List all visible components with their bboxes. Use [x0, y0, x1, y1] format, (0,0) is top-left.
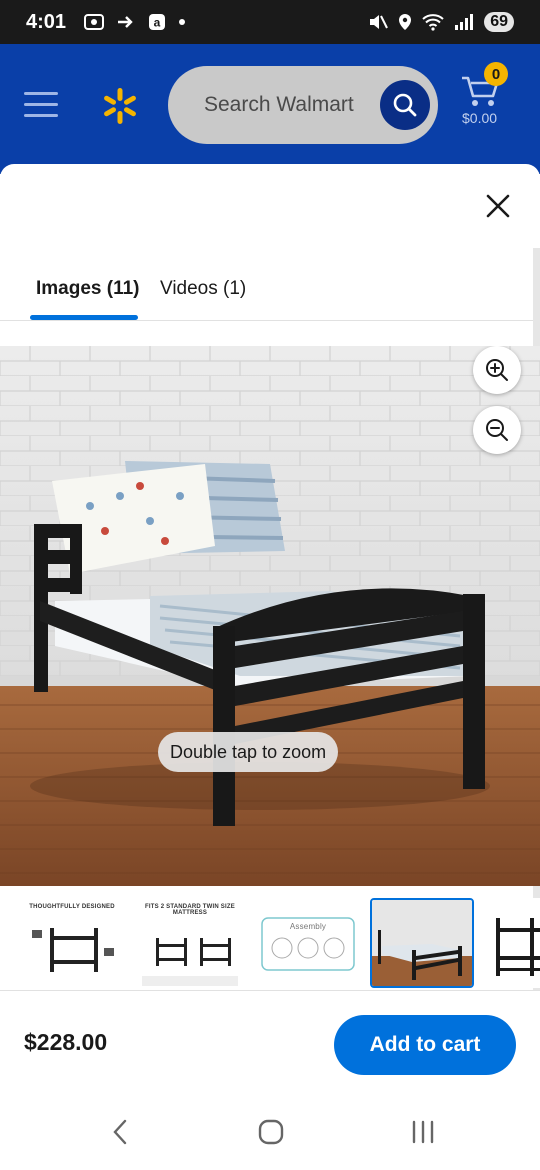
assembly-info-graphic — [261, 917, 355, 971]
signal-icon — [455, 14, 474, 30]
cart-total: $0.00 — [462, 110, 498, 126]
purchase-bar: $228.00 Add to cart — [0, 990, 540, 1090]
thumbnail-4-selected[interactable] — [370, 898, 474, 988]
wifi-icon — [422, 14, 444, 31]
zoom-out-icon — [486, 419, 508, 441]
thumbnail-1-title: THOUGHTFULLY DESIGNED — [29, 904, 115, 910]
thumbnail-5[interactable] — [490, 898, 540, 988]
app-icon: a — [149, 14, 166, 30]
zoom-out-button[interactable] — [473, 406, 521, 454]
status-time: 4:01 — [26, 10, 67, 33]
status-system-icons: 69 — [368, 12, 514, 32]
location-icon — [399, 14, 412, 30]
zoom-in-icon — [486, 359, 508, 381]
bed-thumbnail-photo — [372, 900, 472, 986]
dot-icon — [179, 19, 186, 25]
walmart-spark-logo[interactable] — [100, 86, 140, 126]
cart-count-badge: 0 — [484, 62, 508, 86]
app-header: Search Walmart 0 $0.00 — [0, 44, 540, 174]
thumbnail-2-title: FITS 2 STANDARD TWIN SIZE MATTRESS — [145, 904, 235, 916]
thumbnail-3-title: Assembly — [289, 922, 327, 931]
status-bar: 4:01 a 69 — [0, 0, 540, 44]
bunk-bed-thumbnail-photo — [496, 918, 540, 976]
back-icon[interactable] — [110, 1118, 130, 1146]
bunk-bed-diagram — [32, 928, 114, 972]
thumbnail-3[interactable]: Assembly — [256, 898, 360, 988]
thumbnail-1[interactable]: THOUGHTFULLY DESIGNED — [20, 898, 124, 988]
home-icon[interactable] — [258, 1118, 284, 1146]
svg-text:a: a — [154, 16, 161, 30]
screenshot-icon — [84, 14, 105, 30]
thumbnail-2[interactable]: FITS 2 STANDARD TWIN SIZE MATTRESS — [138, 898, 242, 988]
add-to-cart-button[interactable]: Add to cart — [334, 1015, 516, 1075]
product-main-image[interactable]: Double tap to zoom — [0, 346, 540, 886]
zoom-hint-tooltip: Double tap to zoom — [158, 732, 339, 772]
status-notification-icons: a — [84, 13, 186, 31]
search-button[interactable] — [380, 80, 430, 130]
media-tabs: Images (11) Videos (1) — [0, 264, 540, 321]
system-navigation-bar — [0, 1090, 540, 1170]
menu-icon[interactable] — [24, 92, 58, 118]
tab-images[interactable]: Images (11) — [36, 278, 140, 300]
thumbnail-strip: THOUGHTFULLY DESIGNED FITS 2 STANDARD TW… — [0, 894, 540, 990]
bed-photo — [0, 346, 540, 886]
mute-icon — [370, 15, 389, 29]
tab-videos[interactable]: Videos (1) — [160, 278, 246, 300]
media-gallery-modal: Images (11) Videos (1) Double tap to zoo… — [0, 164, 540, 1170]
search-placeholder: Search Walmart — [204, 93, 354, 116]
active-tab-indicator — [30, 315, 138, 320]
battery-indicator: 69 — [484, 12, 514, 32]
search-input[interactable]: Search Walmart — [168, 66, 438, 144]
recent-apps-icon[interactable] — [410, 1118, 436, 1146]
search-icon — [393, 93, 417, 117]
link-icon — [118, 16, 133, 28]
zoom-in-button[interactable] — [473, 346, 521, 394]
product-price: $228.00 — [24, 1029, 108, 1055]
close-icon[interactable] — [480, 188, 516, 224]
